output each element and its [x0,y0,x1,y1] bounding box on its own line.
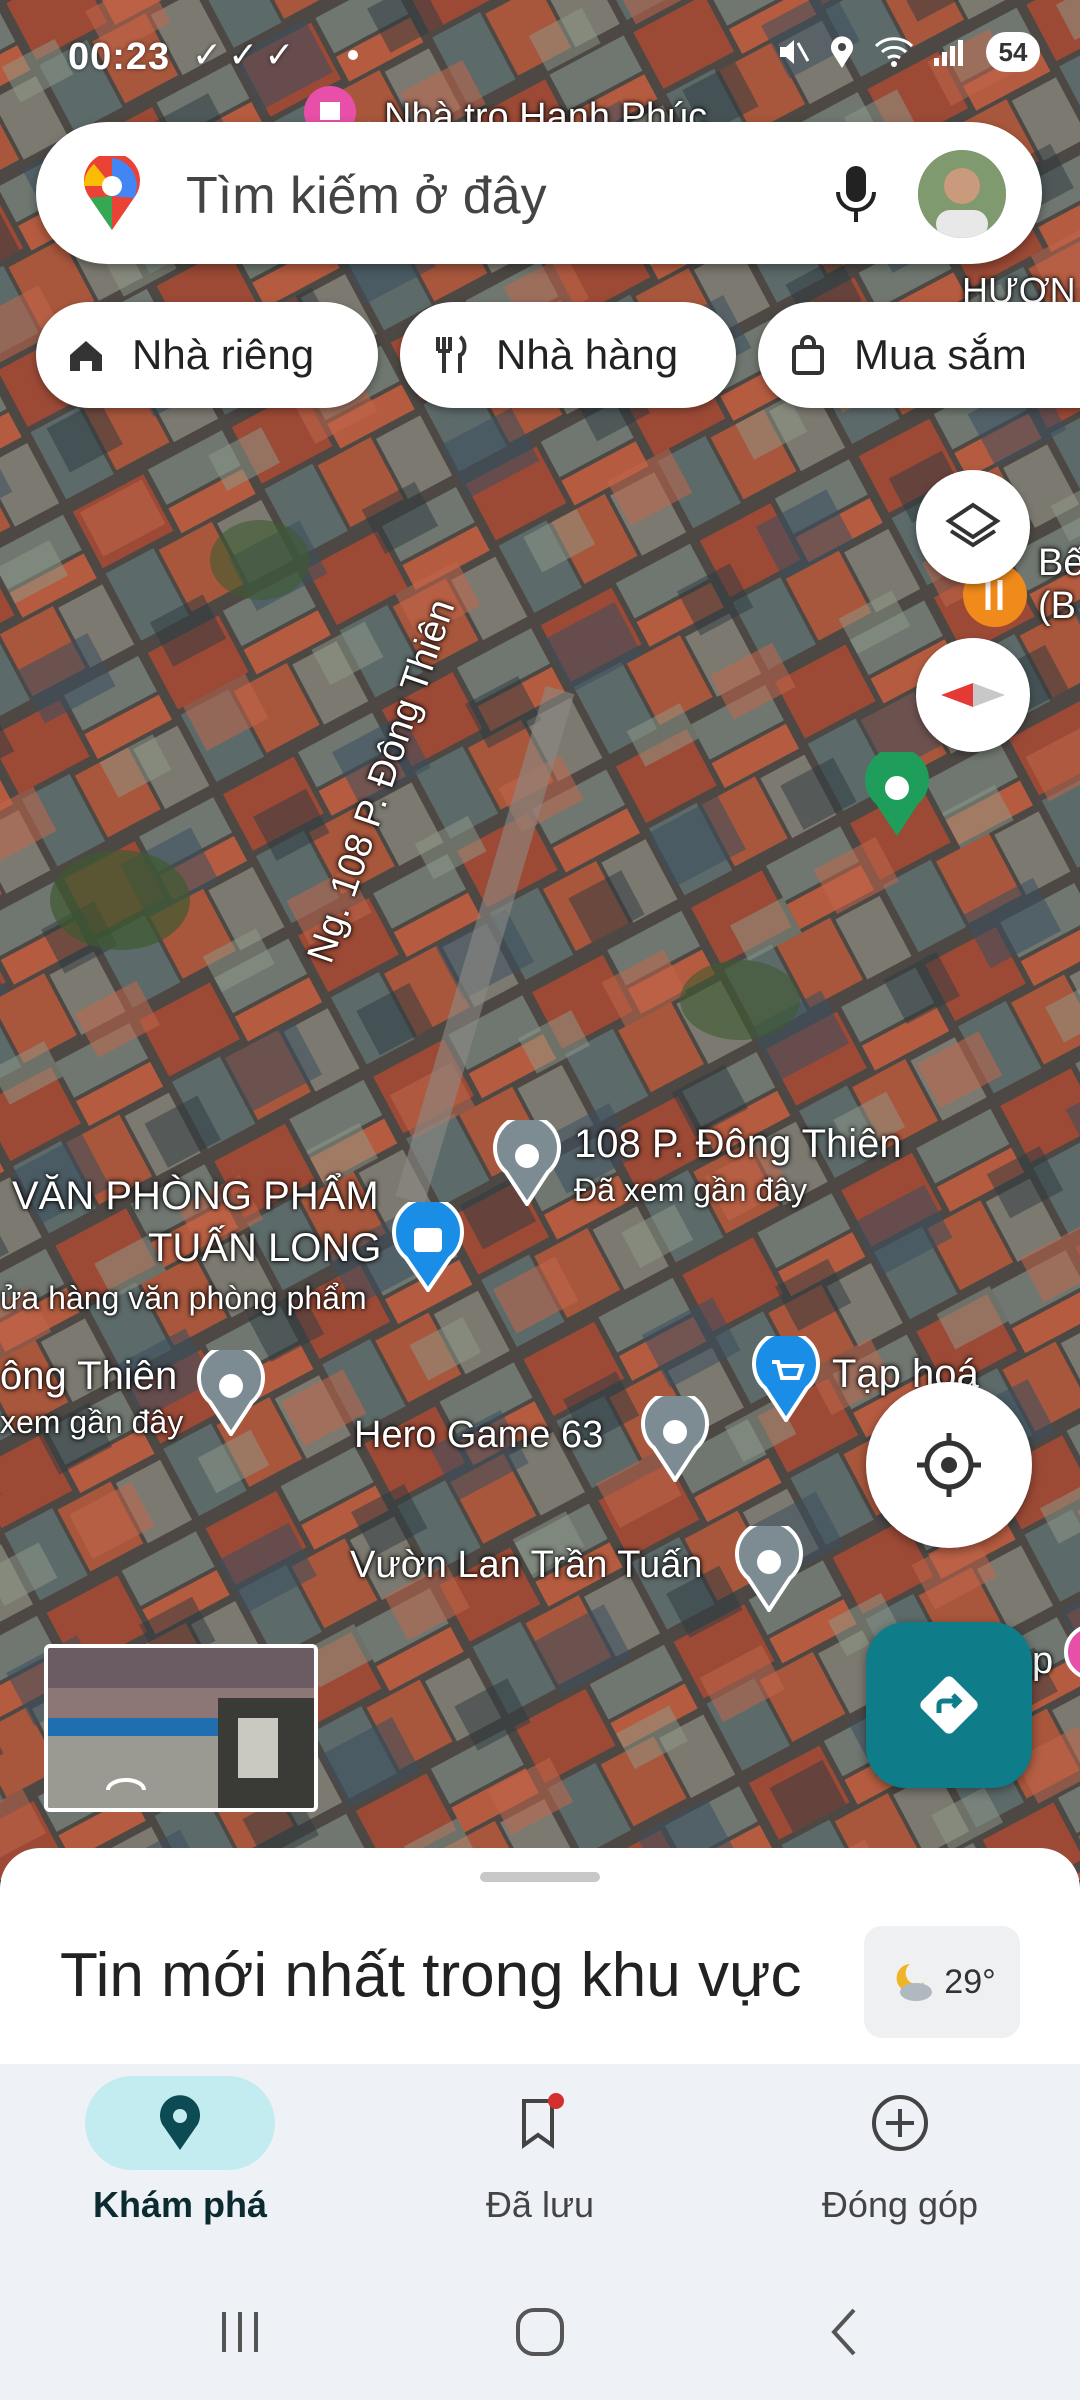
my-location-button[interactable] [866,1382,1032,1548]
sheet-title: Tin mới nhất trong khu vực [60,1941,802,2010]
mute-icon [780,40,810,64]
shopping-bag-icon [786,333,830,377]
nav-label: Đã lưu [485,2184,595,2225]
street-view-thumbnail[interactable] [44,1644,318,1812]
search-input[interactable]: Tìm kiếm ở đây [186,166,547,226]
poi-label-right: Bế (B [1038,542,1080,627]
edge-label-right: p [1032,1640,1054,1682]
add-circle-icon [872,2095,928,2151]
nav-explore[interactable]: Khám phá [30,2076,330,2266]
hero-game-label[interactable]: Hero Game 63 [354,1414,603,1457]
chip-home[interactable]: Nhà riêng [36,302,378,408]
nav-label: Đóng góp [821,2184,979,2225]
recent-place-pin-icon-2[interactable] [196,1343,266,1441]
recent-place-pin-icon[interactable] [492,1113,562,1211]
profile-avatar[interactable] [918,150,1006,238]
place1-name[interactable]: 108 P. Đông Thiên [574,1122,902,1167]
google-maps-logo-icon [82,152,142,237]
wifi-icon [874,37,914,67]
pink-pin-icon[interactable] [1062,1622,1080,1697]
bottom-navigation: Khám phá Đã lưu Đóng góp [0,2064,1080,2274]
mic-icon[interactable] [826,162,886,231]
nav-icon-wrap [805,2076,995,2170]
map-imagery [0,0,1080,1880]
notification-dot-icon [348,50,358,60]
place2-name[interactable]: ông Thiên [0,1354,177,1399]
cart-pin-icon[interactable] [750,1329,822,1427]
status-bar: 00:23 ✓✓✓ 54 [0,0,1080,110]
chip-shopping[interactable]: Mua sắm [758,302,1080,408]
garden-label[interactable]: Vườn Lan Trần Tuấn [350,1544,702,1587]
directions-button[interactable] [866,1622,1032,1788]
store-name-line2[interactable]: TUẤN LONG [148,1226,381,1271]
place1-subtitle: Đã xem gần đây [574,1172,808,1208]
recent-apps-icon[interactable] [210,2302,270,2362]
crosshair-icon [917,1433,981,1497]
chip-label: Nhà hàng [496,331,679,378]
bottom-sheet[interactable]: Tin mới nhất trong khu vực 29° [0,1848,1080,2068]
category-chips: Nhà riêng Nhà hàng Mua sắm [36,302,1080,408]
home-icon [64,333,108,377]
notification-check-icons: ✓✓✓ [192,34,301,75]
moon-cloud-icon [896,1964,933,2001]
place2-subtitle: xem gần đây [0,1404,184,1440]
nav-label: Khám phá [92,2184,268,2225]
bookmark-icon [522,2093,564,2149]
directions-icon [920,1676,978,1734]
store-name-line1[interactable]: VĂN PHÒNG PHẨM [12,1174,379,1219]
signal-icon [934,40,963,66]
restaurant-icon [428,333,472,377]
chip-restaurants[interactable]: Nhà hàng [400,302,736,408]
explore-pin-icon [160,2095,200,2150]
system-navigation [0,2274,1080,2400]
status-time: 00:23 [68,36,171,78]
shopping-pin-icon[interactable] [390,1196,466,1297]
layers-icon [945,502,1001,548]
nav-contribute[interactable]: Đóng góp [750,2076,1050,2266]
nav-active-indicator [85,2076,275,2170]
satellite-map[interactable]: Nhà trọ Hạnh Phúc HƯƠN Bế (B Ng. 108 P. Đ… [0,0,1080,1880]
recent-place-pin-icon-4[interactable] [734,1519,804,1617]
green-place-pin-icon[interactable] [862,747,932,843]
layers-button[interactable] [916,470,1030,584]
recent-place-pin-icon-3[interactable] [640,1389,710,1487]
compass-icon [941,683,1005,707]
back-icon[interactable] [816,2302,876,2362]
nav-saved[interactable]: Đã lưu [390,2076,690,2266]
weather-temp: 29° [944,1962,996,2001]
chip-label: Mua sắm [854,331,1027,378]
nav-icon-wrap [445,2076,635,2170]
store-subtitle: ửa hàng văn phòng phẩm [0,1280,367,1316]
location-icon [831,36,853,68]
home-button-icon[interactable] [510,2302,570,2362]
chip-label: Nhà riêng [132,331,315,378]
compass-button[interactable] [916,638,1030,752]
battery-indicator: 54 [986,32,1040,72]
search-bar[interactable]: Tìm kiếm ở đây [36,122,1042,264]
sheet-drag-handle[interactable] [480,1872,600,1882]
weather-chip[interactable]: 29° [864,1926,1020,2038]
